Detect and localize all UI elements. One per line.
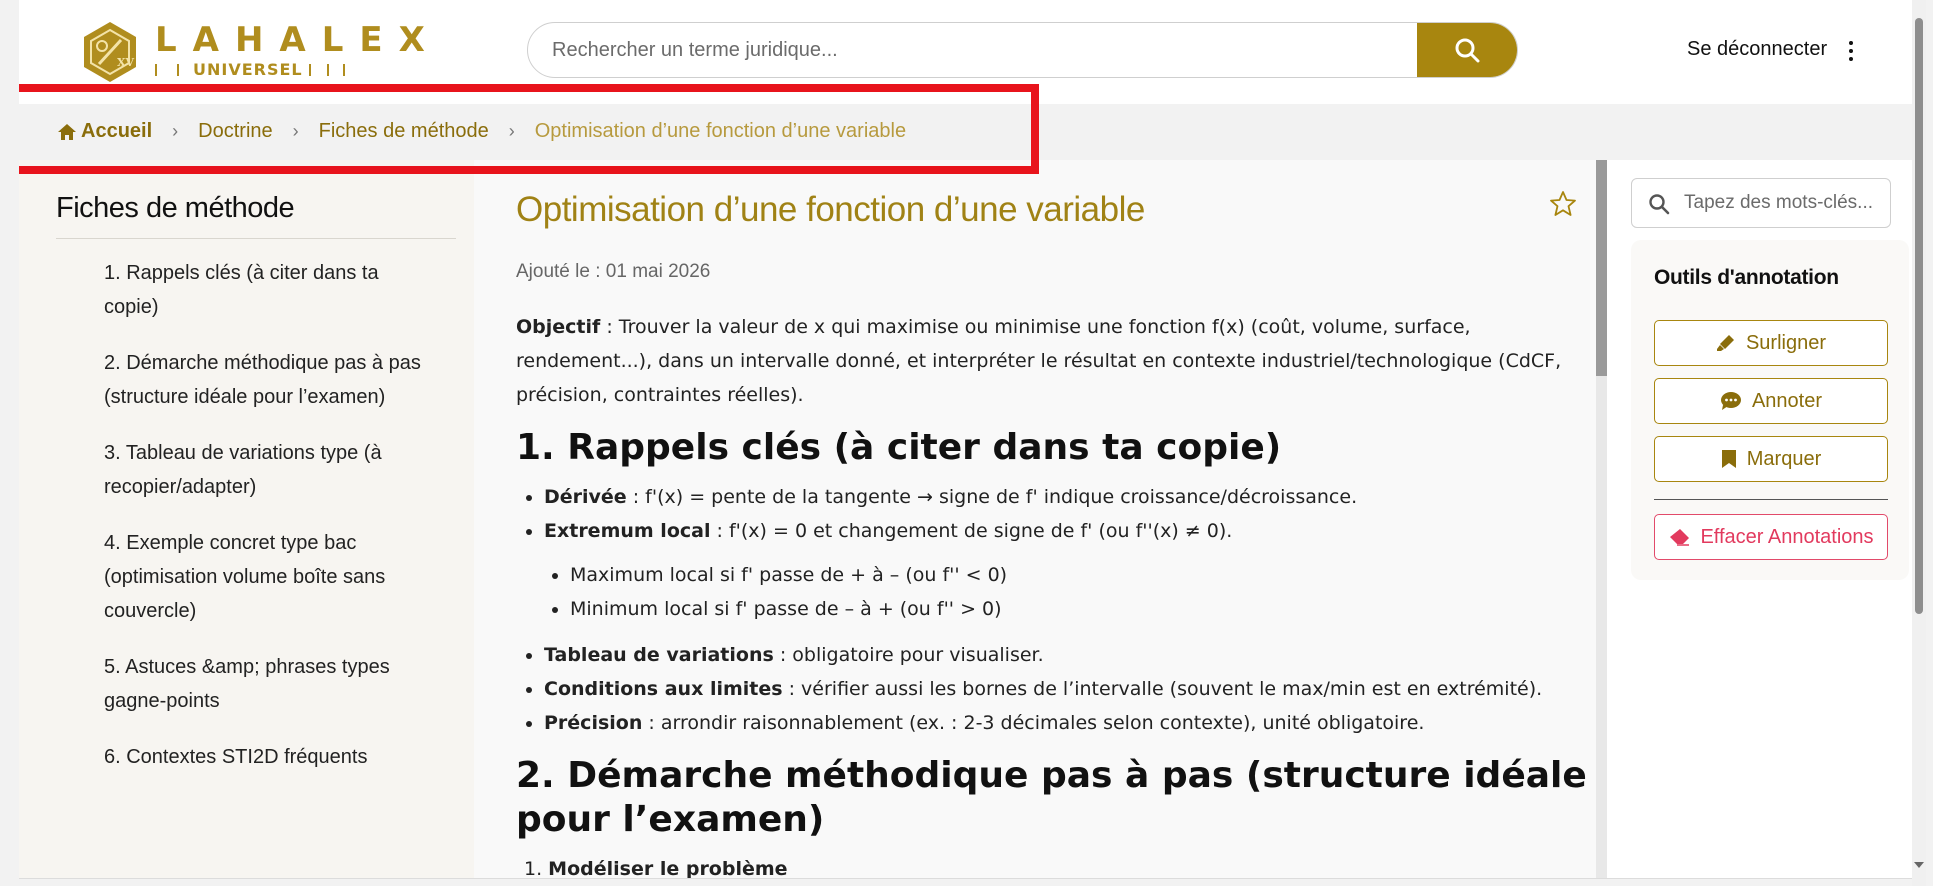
more-menu-icon[interactable]: [1845, 38, 1857, 64]
article-body: Objectif : Trouver la valeur de x qui ma…: [516, 310, 1596, 879]
article: Optimisation d’une fonction d’une variab…: [474, 160, 1607, 879]
search-button[interactable]: [1417, 23, 1517, 77]
page: XV LAHALEX UNIVERSEL Se déconnecter: [19, 0, 1912, 879]
definition: : vérifier aussi les bornes de l’interva…: [782, 678, 1543, 700]
annotation-tools: Outils d'annotation Surligner Annoter Ma…: [1631, 240, 1909, 580]
global-search: [527, 22, 1518, 78]
section-heading-1: 1. Rappels clés (à citer dans ta copie): [516, 427, 1282, 468]
tools-title: Outils d'annotation: [1654, 266, 1839, 289]
toc-list: 1. Rappels clés (à citer dans ta copie) …: [104, 256, 424, 796]
steps-list: 1. Modéliser le problème: [516, 852, 1596, 879]
toc-item[interactable]: 2. Démarche méthodique pas à pas (struct…: [104, 346, 424, 414]
bookmark-label: Marquer: [1746, 447, 1822, 470]
global-search-input[interactable]: [528, 23, 1408, 77]
sub-list: Maximum local si f' passe de + à – (ou f…: [544, 558, 1596, 626]
search-icon: [1455, 38, 1480, 63]
table-of-contents: Fiches de méthode 1. Rappels clés (à cit…: [19, 160, 474, 878]
bookmark-icon: [1721, 450, 1736, 468]
list-item: Tableau de variations : obligatoire pour…: [544, 638, 1596, 672]
added-date: Ajouté le : 01 mai 2026: [516, 261, 711, 282]
section-heading-2: 2. Démarche méthodique pas à pas (struct…: [516, 755, 1587, 840]
keyword-search-input[interactable]: [1684, 179, 1889, 227]
logo[interactable]: XV LAHALEX UNIVERSEL: [81, 20, 425, 84]
list-item: Extremum local : f'(x) = 0 et changement…: [544, 514, 1596, 626]
term: Tableau de variations: [544, 644, 774, 666]
tools-divider: [1654, 499, 1888, 500]
scroll-down-arrow-icon[interactable]: [1914, 862, 1924, 868]
bookmark-button[interactable]: Marquer: [1654, 436, 1888, 482]
highlight-label: Surligner: [1745, 331, 1827, 354]
eraser-icon: [1670, 529, 1690, 546]
list-item: Conditions aux limites : vérifier aussi …: [544, 672, 1596, 706]
window-scrollbar[interactable]: [1912, 0, 1926, 886]
list-item: Dérivée : f'(x) = pente de la tangente →…: [544, 480, 1596, 514]
list-item: Précision : arrondir raisonnablement (ex…: [544, 706, 1596, 740]
objective-paragraph: Objectif : Trouver la valeur de x qui ma…: [516, 310, 1596, 412]
list-item: Maximum local si f' passe de + à – (ou f…: [570, 558, 1596, 592]
step-label: Modéliser le problème: [548, 858, 788, 879]
annotation-panel: Outils d'annotation Surligner Annoter: [1607, 160, 1912, 878]
step-number: 1.: [524, 858, 549, 879]
toc-divider: [56, 238, 456, 239]
definition: : f'(x) = pente de la tangente → signe d…: [626, 486, 1358, 508]
objective-text: : Trouver la valeur de x qui maximise ou…: [516, 316, 1562, 406]
definition: : obligatoire pour visualiser.: [773, 644, 1044, 666]
toc-item[interactable]: 5. Astuces &amp; phrases types gagne-poi…: [104, 650, 424, 718]
definition: : arrondir raisonnablement (ex. : 2-3 dé…: [642, 712, 1425, 734]
term: Extremum local: [544, 520, 711, 542]
term: Précision: [544, 712, 643, 734]
definition: : f'(x) = 0 et changement de signe de f'…: [710, 520, 1233, 542]
highlighter-icon: [1716, 335, 1734, 351]
clear-annotations-button[interactable]: Effacer Annotations: [1654, 514, 1888, 560]
clear-annotations-label: Effacer Annotations: [1700, 525, 1874, 548]
search-icon: [1649, 194, 1670, 215]
list-item: 1. Modéliser le problème: [524, 852, 1596, 879]
toc-item[interactable]: 1. Rappels clés (à citer dans ta copie): [104, 256, 424, 324]
article-scrollbar-thumb[interactable]: [1596, 160, 1607, 376]
logo-wordmark: LAHALEX: [155, 20, 441, 60]
toc-title: Fiches de méthode: [56, 192, 295, 224]
toc-item[interactable]: 4. Exemple concret type bac (optimisatio…: [104, 526, 424, 628]
window-scrollbar-thumb[interactable]: [1915, 18, 1923, 614]
list-item: Minimum local si f' passe de – à + (ou f…: [570, 592, 1596, 626]
logo-subtitle: UNIVERSEL: [193, 60, 303, 79]
toc-item[interactable]: 6. Contextes STI2D fréquents: [104, 740, 424, 774]
logout-link[interactable]: Se déconnecter: [1687, 38, 1827, 61]
objective-label: Objectif: [516, 316, 601, 338]
annotate-button[interactable]: Annoter: [1654, 378, 1888, 424]
keyword-search: [1631, 178, 1891, 228]
svg-text:XV: XV: [117, 56, 135, 69]
breadcrumb-focus-box: [19, 84, 1039, 174]
term: Dérivée: [544, 486, 627, 508]
annotate-label: Annoter: [1751, 389, 1823, 412]
article-title: Optimisation d’une fonction d’une variab…: [516, 190, 1145, 229]
highlight-button[interactable]: Surligner: [1654, 320, 1888, 366]
key-points-list: Dérivée : f'(x) = pente de la tangente →…: [516, 480, 1596, 740]
term: Conditions aux limites: [544, 678, 783, 700]
comment-icon: [1720, 392, 1741, 410]
logo-hexagon-icon: XV: [84, 22, 136, 82]
favorite-star-icon[interactable]: [1549, 190, 1577, 218]
toc-item[interactable]: 3. Tableau de variations type (à recopie…: [104, 436, 424, 504]
